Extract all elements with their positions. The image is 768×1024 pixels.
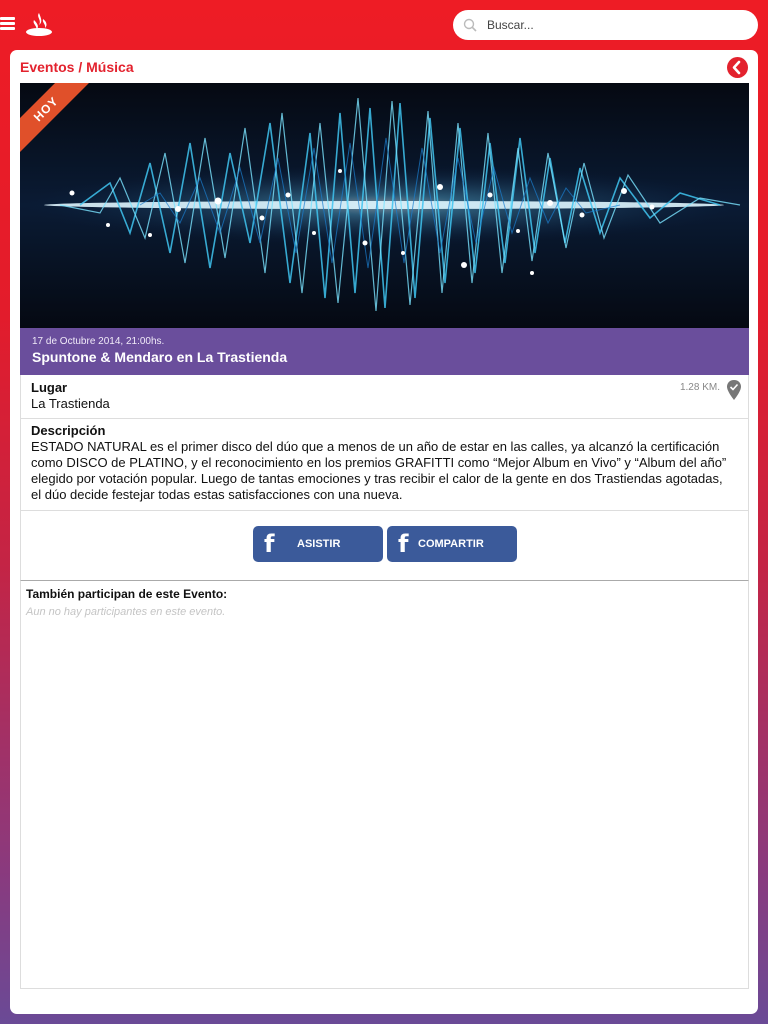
santander-logo-icon[interactable] [25, 11, 53, 37]
menu-icon[interactable] [0, 17, 15, 31]
event-title: Spuntone & Mendaro en La Trastienda [32, 349, 288, 365]
back-arrow-icon [732, 60, 741, 75]
actions-section: f ASISTIR f COMPARTIR [20, 511, 749, 581]
participants-section: También participan de este Evento: Aun n… [20, 581, 749, 989]
event-date: 17 de Octubre 2014, 21:00hs. [32, 336, 165, 347]
today-ribbon: HOY [20, 83, 100, 163]
today-badge: HOY [20, 83, 97, 160]
search-input[interactable] [487, 10, 747, 40]
back-button[interactable] [727, 57, 748, 78]
description-text: ESTADO NATURAL es el primer disco del dú… [31, 439, 727, 502]
top-bar [0, 0, 768, 50]
place-label: Lugar [31, 380, 68, 395]
participants-title: También participan de este Evento: [26, 587, 228, 601]
share-button[interactable]: f COMPARTIR [387, 526, 517, 562]
description-label: Descripción [31, 423, 106, 438]
search-box [453, 10, 758, 40]
attend-label: ASISTIR [297, 538, 341, 550]
location-pin-icon[interactable] [726, 379, 742, 401]
search-icon [463, 18, 477, 32]
participants-empty-message: Aun no hay participantes en este evento. [26, 606, 226, 618]
event-detail-panel: Eventos / Música HOY 17 de Octubre 2014,… [10, 50, 758, 1014]
place-section: Lugar La Trastienda 1.28 KM. [20, 375, 749, 419]
breadcrumb-category[interactable]: Música [86, 59, 133, 75]
place-value: La Trastienda [31, 396, 110, 411]
share-label: COMPARTIR [418, 538, 484, 550]
facebook-icon: f [264, 530, 275, 558]
distance-value: 1.28 KM. [679, 382, 720, 393]
event-image: HOY [20, 83, 749, 328]
breadcrumb-separator: / [74, 59, 87, 75]
attend-button[interactable]: f ASISTIR [253, 526, 383, 562]
facebook-icon: f [398, 530, 409, 558]
breadcrumb: Eventos / Música [20, 59, 134, 75]
event-header: 17 de Octubre 2014, 21:00hs. Spuntone & … [20, 328, 749, 375]
sound-wave-image [20, 83, 749, 328]
description-section: Descripción ESTADO NATURAL es el primer … [20, 419, 749, 511]
breadcrumb-section[interactable]: Eventos [20, 59, 74, 75]
